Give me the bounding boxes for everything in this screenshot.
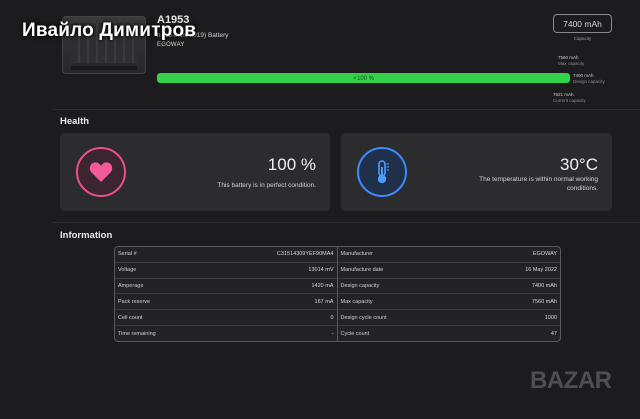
info-label: Design capacity <box>340 283 380 290</box>
temperature-value: 30°C <box>560 155 598 174</box>
info-row-serial: Serial # C31514309YEF90MA4 <box>115 247 337 263</box>
thermometer-icon <box>357 147 407 197</box>
info-value: 7400 mAh <box>531 283 557 290</box>
info-value: 0 <box>330 314 334 321</box>
info-row-design-capacity: Design capacity 7400 mAh <box>337 279 560 295</box>
info-label: Pack reserve <box>118 298 151 305</box>
seller-watermark: Ивайло Димитров <box>22 20 197 41</box>
charge-progress-bar: ⚡100 % <box>157 73 570 83</box>
info-label: Design cycle count <box>340 314 387 321</box>
info-label: Manufacturer <box>340 251 373 258</box>
info-row-max-capacity: Max capacity 7560 mAh <box>337 294 560 311</box>
heart-icon <box>76 147 126 197</box>
information-section-title: Information <box>60 230 113 241</box>
design-capacity-marker: 7400 mAh Design capacity <box>573 73 605 84</box>
info-value: 16 May 2022 <box>525 267 557 274</box>
current-capacity-caption: Current capacity <box>553 97 586 103</box>
max-capacity-marker: 7560 mAh Max capacity <box>558 55 584 66</box>
info-row-time-remaining: Time remaining - <box>115 326 337 341</box>
info-value: 167 mA <box>314 298 334 305</box>
capacity-badge: 7400 mAh <box>553 14 612 33</box>
info-value: 1000 <box>544 314 557 321</box>
divider <box>52 109 640 110</box>
info-value: - <box>331 330 334 337</box>
battery-info-window: Ивайло Димитров A1953 h (15-inch, 2019) … <box>0 0 640 419</box>
info-label: Voltage <box>118 267 137 274</box>
info-label: Max capacity <box>340 298 373 305</box>
temperature-description: The temperature is within normal working… <box>479 176 598 192</box>
capacity-caption: Capacity <box>573 36 592 41</box>
info-row-manufacture-date: Manufacture date 16 May 2022 <box>337 263 560 279</box>
temperature-card: 30°C The temperature is within normal wo… <box>341 133 612 211</box>
battery-manufacturer: EGOWAY <box>157 42 185 48</box>
health-condition-card: 100 % This battery is in perfect conditi… <box>60 133 330 211</box>
info-row-design-cycle-count: Design cycle count 1000 <box>337 310 560 327</box>
info-label: Amperage <box>118 283 144 290</box>
health-section-title: Health <box>60 116 90 127</box>
bazar-logo: BAZAR <box>530 367 612 394</box>
info-row-manufacturer: Manufacturer EGOWAY <box>337 247 560 263</box>
info-label: Serial # <box>118 251 137 258</box>
info-label: Cell count <box>118 314 143 321</box>
info-value: 13014 mV <box>308 267 334 274</box>
information-right-column: Manufacturer EGOWAY Manufacture date 16 Ma… <box>337 247 561 341</box>
info-row-pack-reserve: Pack reserve 167 mA <box>115 294 337 311</box>
design-capacity-caption: Design capacity <box>573 78 605 84</box>
information-table: Serial # C31514309YEF90MA4 Voltage 13014 m… <box>114 246 561 342</box>
info-value: EGOWAY <box>532 251 557 258</box>
info-value: 7560 mAh <box>531 298 557 305</box>
info-value: C31514309YEF90MA4 <box>276 251 334 258</box>
info-label: Cycle count <box>340 330 370 337</box>
health-description: This battery is in perfect condition. <box>217 182 316 189</box>
info-label: Time remaining <box>118 330 156 337</box>
info-row-cycle-count: Cycle count 47 <box>338 326 561 341</box>
info-value: 1420 mA <box>311 283 334 290</box>
divider <box>52 222 640 223</box>
design-capacity-value: 7400 mAh <box>573 73 594 78</box>
charge-progress-fill: ⚡100 % <box>157 73 570 83</box>
max-capacity-caption: Max capacity <box>558 60 585 66</box>
current-capacity-value: 7621 mAh <box>553 92 574 97</box>
max-capacity-value: 7560 mAh <box>558 55 579 60</box>
info-row-amperage: Amperage 1420 mA <box>115 279 337 295</box>
health-percentage: 100 % <box>267 155 316 174</box>
info-row-cell-count: Cell count 0 <box>115 310 337 327</box>
current-capacity-marker: 7621 mAh Current capacity <box>553 92 586 103</box>
info-label: Manufacture date <box>340 267 384 274</box>
information-left-column: Serial # C31514309YEF90MA4 Voltage 13014 m… <box>115 247 338 341</box>
info-value: 47 <box>550 330 557 337</box>
info-row-voltage: Voltage 13014 mV <box>115 263 337 279</box>
